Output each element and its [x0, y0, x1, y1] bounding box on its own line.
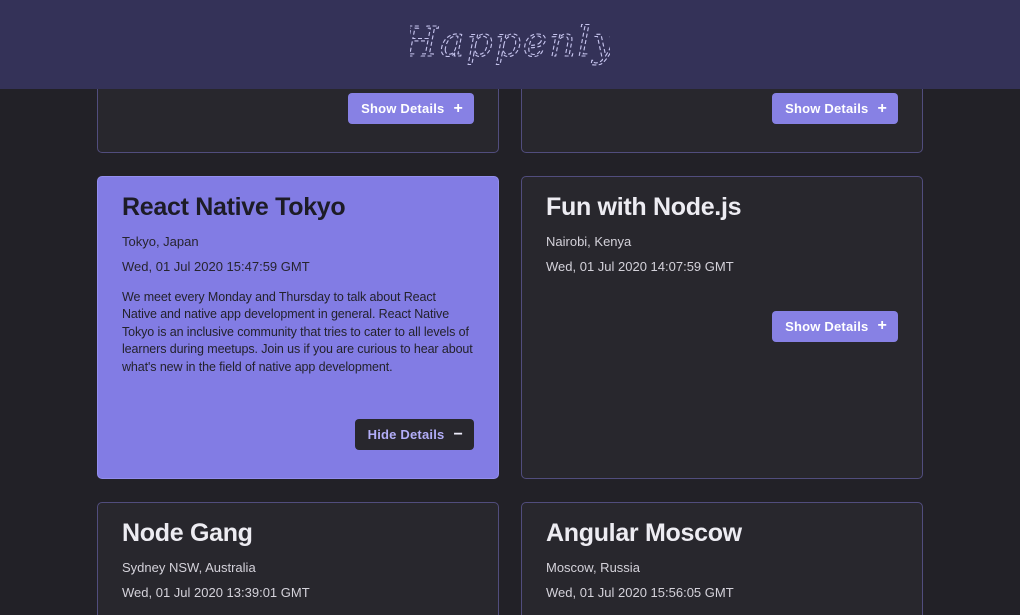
show-details-button[interactable]: Show Details + — [772, 311, 898, 342]
card-actions: Show Details + — [546, 311, 898, 342]
event-location: Moscow, Russia — [546, 560, 898, 576]
plus-icon: + — [453, 101, 463, 117]
event-card-grid: Show Details + Show Details + React Nati… — [97, 0, 923, 615]
card-actions: Show Details + — [546, 93, 898, 124]
show-details-label: Show Details — [785, 101, 868, 116]
event-card-angular-moscow: Angular Moscow Moscow, Russia Wed, 01 Ju… — [521, 502, 923, 615]
app-header: Happenly — [0, 0, 1020, 89]
show-details-button[interactable]: Show Details + — [348, 93, 474, 124]
event-title: Node Gang — [122, 517, 474, 550]
event-title: Fun with Node.js — [546, 191, 898, 224]
event-location: Sydney NSW, Australia — [122, 560, 474, 576]
event-date: Wed, 01 Jul 2020 14:07:59 GMT — [546, 259, 898, 275]
plus-icon: + — [877, 101, 887, 117]
event-location: Tokyo, Japan — [122, 234, 474, 250]
card-actions: Hide Details − — [122, 419, 474, 450]
event-description: We meet every Monday and Thursday to tal… — [122, 289, 474, 377]
plus-icon: + — [877, 318, 887, 334]
event-date: Wed, 01 Jul 2020 15:56:05 GMT — [546, 585, 898, 601]
event-title: React Native Tokyo — [122, 191, 474, 224]
event-date: Wed, 01 Jul 2020 15:47:59 GMT — [122, 259, 474, 275]
show-details-button[interactable]: Show Details + — [772, 93, 898, 124]
minus-icon: − — [453, 427, 463, 443]
happenly-logo: Happenly — [410, 14, 610, 76]
event-location: Nairobi, Kenya — [546, 234, 898, 250]
event-date: Wed, 01 Jul 2020 13:39:01 GMT — [122, 585, 474, 601]
happenly-logo-text: Happenly — [410, 18, 610, 66]
hide-details-label: Hide Details — [368, 427, 445, 442]
happenly-app: Show Details + Show Details + React Nati… — [0, 0, 1020, 615]
show-details-label: Show Details — [785, 319, 868, 334]
event-title: Angular Moscow — [546, 517, 898, 550]
hide-details-button[interactable]: Hide Details − — [355, 419, 474, 450]
show-details-label: Show Details — [361, 101, 444, 116]
event-card-fun-with-nodejs: Fun with Node.js Nairobi, Kenya Wed, 01 … — [521, 176, 923, 479]
event-card-node-gang: Node Gang Sydney NSW, Australia Wed, 01 … — [97, 502, 499, 615]
event-card-react-native-tokyo: React Native Tokyo Tokyo, Japan Wed, 01 … — [97, 176, 499, 479]
card-actions: Show Details + — [122, 93, 474, 124]
